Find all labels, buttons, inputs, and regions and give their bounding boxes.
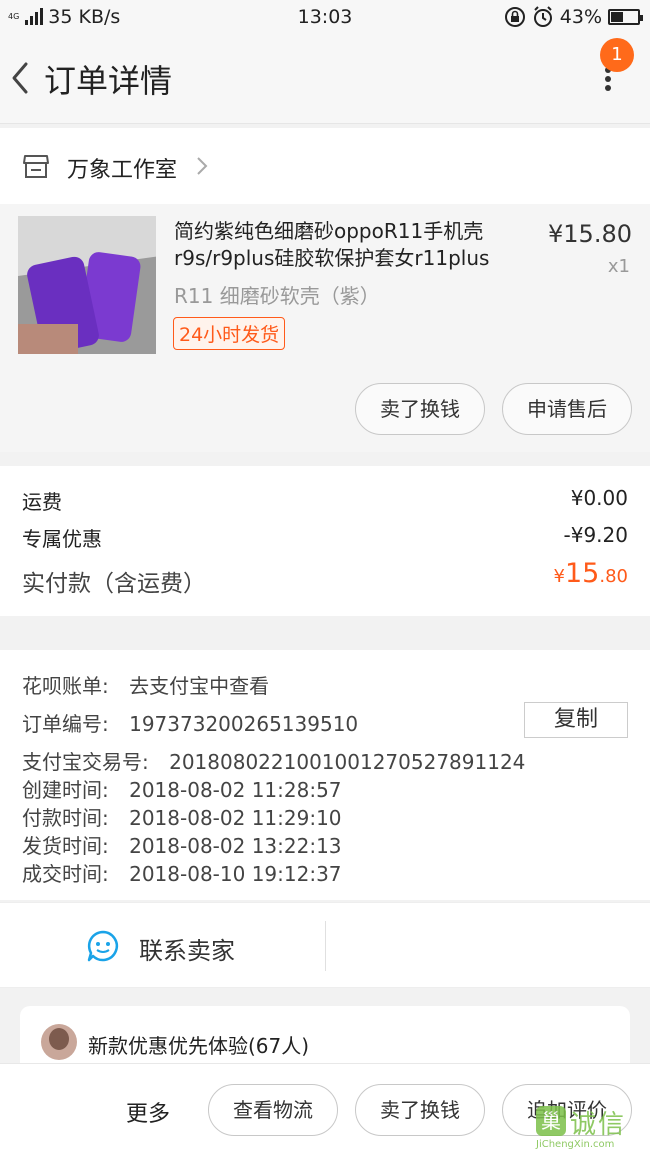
shipping-row: 运费 ¥0.00 [22, 486, 628, 515]
nav-header: 订单详情 1 [0, 34, 650, 124]
shipped-label: 发货时间: [22, 834, 109, 858]
divider [325, 921, 326, 971]
promo-text: 新款优惠优先体验(67人) [88, 1034, 310, 1058]
battery-icon [608, 9, 643, 25]
paid-amount: ¥15.80 [554, 558, 628, 589]
product-image[interactable] [18, 216, 156, 354]
store-name[interactable]: 万象工作室 [67, 152, 177, 184]
shipping-value: ¥0.00 [570, 486, 628, 510]
paid-int: 15 [565, 558, 600, 589]
paid-time-row: 付款时间: 2018-08-02 11:29:10 [22, 802, 342, 831]
closed-row: 成交时间: 2018-08-10 19:12:37 [22, 858, 342, 887]
watermark-logo: 巢 诚信 JiChengXin.com [530, 1104, 648, 1154]
copy-button[interactable]: 复制 [524, 702, 628, 738]
more-button[interactable]: 更多 [126, 1096, 170, 1128]
sell-button[interactable]: 卖了换钱 [355, 383, 485, 435]
logistics-button[interactable]: 查看物流 [208, 1084, 338, 1136]
created-label: 创建时间: [22, 778, 109, 802]
product-quantity: x1 [607, 256, 630, 277]
alipay-row: 支付宝交易号: 2018080221001001270527891124 [22, 746, 525, 775]
created-row: 创建时间: 2018-08-02 11:28:57 [22, 774, 342, 803]
discount-row: 专属优惠 -¥9.20 [22, 523, 628, 552]
shipped-value: 2018-08-02 13:22:13 [129, 834, 342, 858]
order-no-row: 订单编号: 197373200265139510 [22, 708, 358, 737]
closed-value: 2018-08-10 19:12:37 [129, 862, 342, 886]
product-title[interactable]: 简约紫纯色细磨砂oppoR11手机壳r9s/r9plus硅胶软保护套女r11pl… [174, 218, 524, 272]
store-icon [23, 155, 49, 178]
order-info: 花呗账单: 去支付宝中查看 订单编号: 197373200265139510 复… [0, 650, 650, 900]
huabei-link[interactable]: 去支付宝中查看 [129, 674, 269, 698]
order-no-label: 订单编号: [22, 712, 109, 736]
product-card: 简约紫纯色细磨砂oppoR11手机壳r9s/r9plus硅胶软保护套女r11pl… [0, 204, 650, 452]
avatar [41, 1024, 77, 1060]
status-bar: 4G 35 KB/s 13:03 43% [0, 0, 650, 34]
alipay-value: 2018080221001001270527891124 [169, 750, 526, 774]
shipping-tag: 24小时发货 [173, 317, 286, 350]
paid-label: 实付款（含运费） [22, 571, 206, 597]
paid-time-label: 付款时间: [22, 806, 109, 830]
created-value: 2018-08-02 11:28:57 [129, 778, 342, 802]
alipay-label: 支付宝交易号: [22, 750, 149, 774]
paid-dec: .80 [599, 566, 628, 587]
sell-bottom-button[interactable]: 卖了换钱 [355, 1084, 485, 1136]
contact-seller-button[interactable]: 联系卖家 [139, 931, 235, 966]
back-arrow-icon[interactable] [6, 58, 34, 98]
paid-currency: ¥ [553, 566, 565, 587]
paid-time-value: 2018-08-02 11:29:10 [129, 806, 342, 830]
shipping-label: 运费 [22, 490, 62, 514]
after-sale-button[interactable]: 申请售后 [502, 383, 632, 435]
closed-label: 成交时间: [22, 862, 109, 886]
huabei-label: 花呗账单: [22, 674, 109, 698]
huabei-row: 花呗账单: 去支付宝中查看 [22, 670, 269, 699]
rotation-lock-icon [504, 7, 525, 27]
product-sku: R11 细磨砂软壳（紫） [174, 284, 380, 308]
chevron-right-icon [197, 157, 208, 175]
discount-value: -¥9.20 [563, 523, 628, 547]
order-no-value: 197373200265139510 [129, 712, 359, 736]
notification-badge: 1 [600, 38, 634, 72]
contact-seller-bar: 联系卖家 [0, 902, 650, 988]
bottom-action-bar: 更多 查看物流 卖了换钱 追加评价 巢 诚信 JiChengXin.com [0, 1063, 650, 1155]
cost-summary: 运费 ¥0.00 专属优惠 -¥9.20 实付款（含运费） ¥15.80 [0, 466, 650, 616]
store-row[interactable]: 万象工作室 [0, 128, 650, 204]
battery-percent: 43% [559, 6, 602, 28]
page-title: 订单详情 [44, 62, 173, 100]
alarm-icon [533, 6, 552, 27]
product-price: ¥15.80 [548, 220, 632, 248]
paid-row: 实付款（含运费） ¥15.80 [22, 558, 628, 598]
discount-label: 专属优惠 [22, 527, 102, 551]
chat-smile-icon [87, 930, 119, 962]
shipped-row: 发货时间: 2018-08-02 13:22:13 [22, 830, 342, 859]
